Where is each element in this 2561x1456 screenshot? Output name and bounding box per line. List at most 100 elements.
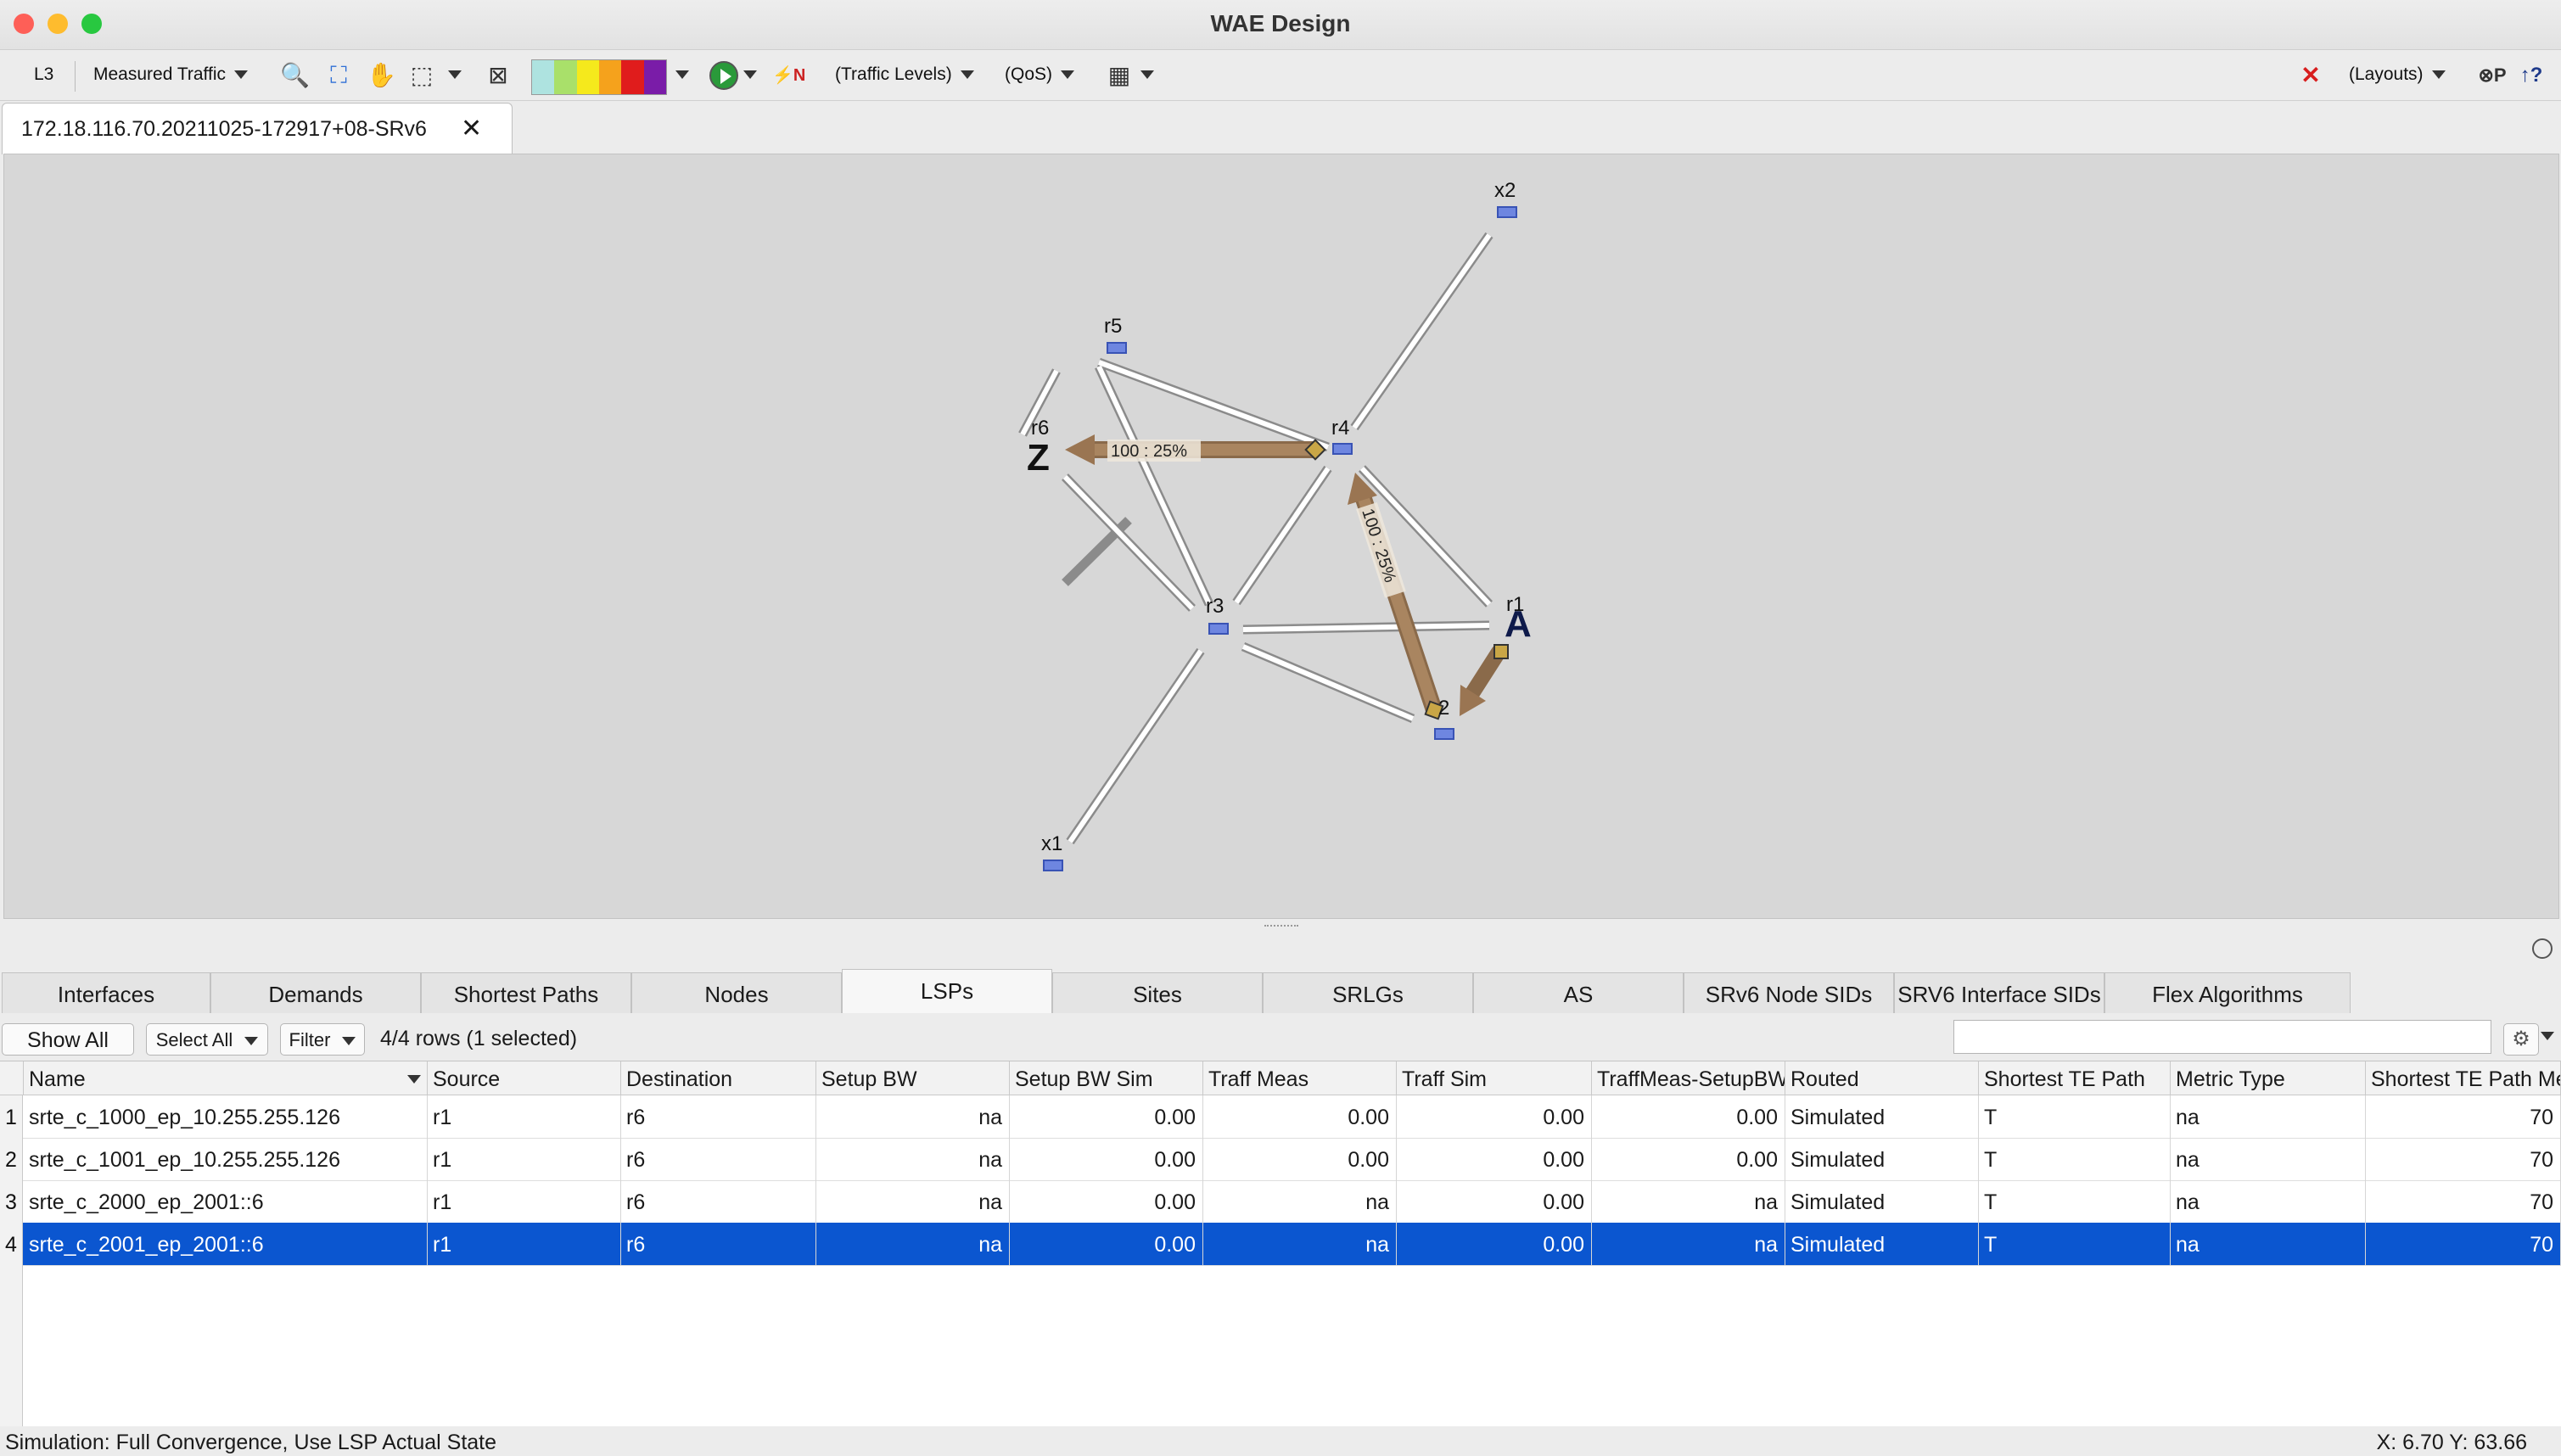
cell-traff-sim[interactable]: 0.00 bbox=[1397, 1138, 1592, 1180]
document-tab[interactable]: 172.18.116.70.20211025-172917+08-SRv6 ✕ bbox=[2, 103, 513, 154]
tab-as[interactable]: AS bbox=[1473, 972, 1684, 1013]
cell-shortest-te-path-metric[interactable]: 70 bbox=[2366, 1138, 2561, 1180]
utilization-color-bar[interactable] bbox=[531, 59, 667, 95]
cell-traff-meas[interactable]: na bbox=[1203, 1223, 1397, 1265]
cell-shortest-te-path-metric[interactable]: 70 bbox=[2366, 1180, 2561, 1223]
tab-demands[interactable]: Demands bbox=[210, 972, 421, 1013]
run-simulation-icon[interactable] bbox=[709, 61, 738, 90]
cell-destination[interactable]: r6 bbox=[621, 1223, 816, 1265]
calculator-dropdown[interactable] bbox=[1132, 64, 1154, 85]
cell-traff-meas[interactable]: 0.00 bbox=[1203, 1138, 1397, 1180]
column-header-shortest-te-path-metric[interactable]: Shortest TE Path Metric bbox=[2366, 1061, 2561, 1095]
column-header-destination[interactable]: Destination bbox=[621, 1061, 816, 1095]
cell-name[interactable]: srte_c_2000_ep_2001::6 bbox=[24, 1180, 428, 1223]
column-header-source[interactable]: Source bbox=[428, 1061, 621, 1095]
tab-shortest-paths[interactable]: Shortest Paths bbox=[421, 972, 631, 1013]
cell-routed[interactable]: Simulated bbox=[1785, 1095, 1979, 1138]
column-header-traffmeas-setupbw[interactable]: TraffMeas-SetupBW bbox=[1592, 1061, 1785, 1095]
fit-view-icon[interactable]: ⛶ bbox=[324, 61, 353, 90]
traffic-mode-dropdown[interactable]: Measured Traffic bbox=[93, 64, 249, 85]
failure-node-icon[interactable]: ⚡N bbox=[772, 61, 805, 90]
topology-canvas[interactable]: x2 r5 r6 r4 r1 r3 2 x1 Z A 100 : 25% 100… bbox=[3, 154, 2559, 919]
help-icon[interactable]: ↑? bbox=[2517, 61, 2546, 90]
cell-setup-bw[interactable]: na bbox=[816, 1138, 1010, 1180]
cell-setup-bw-sim[interactable]: 0.00 bbox=[1010, 1223, 1203, 1265]
cell-name[interactable]: srte_c_1000_ep_10.255.255.126 bbox=[24, 1095, 428, 1138]
column-header-traff-meas[interactable]: Traff Meas bbox=[1203, 1061, 1397, 1095]
cell-setup-bw-sim[interactable]: 0.00 bbox=[1010, 1180, 1203, 1223]
cell-traff-sim[interactable]: 0.00 bbox=[1397, 1095, 1592, 1138]
cell-traffmeas-setupbw[interactable]: na bbox=[1592, 1180, 1785, 1223]
cell-destination[interactable]: r6 bbox=[621, 1095, 816, 1138]
cell-traffmeas-setupbw[interactable]: 0.00 bbox=[1592, 1138, 1785, 1180]
tab-srv6-node-sids[interactable]: SRv6 Node SIDs bbox=[1684, 972, 1894, 1013]
cell-traffmeas-setupbw[interactable]: 0.00 bbox=[1592, 1095, 1785, 1138]
column-header-metric-type[interactable]: Metric Type bbox=[2171, 1061, 2366, 1095]
restore-panel-icon[interactable] bbox=[2532, 938, 2553, 959]
cell-metric-type[interactable]: na bbox=[2171, 1138, 2366, 1180]
cell-traff-meas[interactable]: na bbox=[1203, 1180, 1397, 1223]
lsp-paths[interactable] bbox=[1065, 434, 1509, 720]
cell-shortest-te-path[interactable]: T bbox=[1979, 1138, 2171, 1180]
cell-routed[interactable]: Simulated bbox=[1785, 1180, 1979, 1223]
utilization-color-dropdown[interactable] bbox=[667, 64, 689, 85]
cell-setup-bw[interactable]: na bbox=[816, 1180, 1010, 1223]
cell-metric-type[interactable]: na bbox=[2171, 1095, 2366, 1138]
splitter-grip[interactable] bbox=[1264, 925, 1298, 930]
cell-shortest-te-path[interactable]: T bbox=[1979, 1180, 2171, 1223]
pan-hand-icon[interactable]: ✋ bbox=[367, 61, 396, 90]
column-header-setup-bw-sim[interactable]: Setup BW Sim bbox=[1010, 1061, 1203, 1095]
layouts-dropdown[interactable]: (Layouts) bbox=[2349, 64, 2446, 85]
cell-setup-bw-sim[interactable]: 0.00 bbox=[1010, 1095, 1203, 1138]
tab-nodes[interactable]: Nodes bbox=[631, 972, 842, 1013]
run-simulation-dropdown[interactable] bbox=[735, 64, 757, 85]
cell-destination[interactable]: r6 bbox=[621, 1180, 816, 1223]
cell-shortest-te-path[interactable]: T bbox=[1979, 1095, 2171, 1138]
gear-dropdown[interactable] bbox=[2541, 1028, 2554, 1044]
select-area-dropdown[interactable] bbox=[440, 64, 462, 85]
select-area-icon[interactable]: ⬚ bbox=[407, 61, 436, 90]
table-row[interactable]: 3 srte_c_2000_ep_2001::6 r1 r6 na 0.00 na 0.00 n… bbox=[0, 1180, 2561, 1224]
panel-splitter[interactable] bbox=[0, 920, 2561, 959]
column-header-shortest-te-path[interactable]: Shortest TE Path bbox=[1979, 1061, 2171, 1095]
cell-traff-sim[interactable]: 0.00 bbox=[1397, 1180, 1592, 1223]
show-all-button[interactable]: Show All bbox=[2, 1023, 134, 1056]
cell-traff-meas[interactable]: 0.00 bbox=[1203, 1095, 1397, 1138]
cell-shortest-te-path[interactable]: T bbox=[1979, 1223, 2171, 1265]
gear-icon[interactable]: ⚙ bbox=[2503, 1023, 2539, 1056]
cell-source[interactable]: r1 bbox=[428, 1180, 621, 1223]
traffic-levels-dropdown[interactable]: (Traffic Levels) bbox=[835, 64, 974, 85]
cell-name[interactable]: srte_c_1001_ep_10.255.255.126 bbox=[24, 1138, 428, 1180]
clear-failures-icon[interactable]: ✕ bbox=[2296, 61, 2325, 90]
tab-flex-algorithms[interactable]: Flex Algorithms bbox=[2104, 972, 2351, 1013]
cell-destination[interactable]: r6 bbox=[621, 1138, 816, 1180]
cell-routed[interactable]: Simulated bbox=[1785, 1223, 1979, 1265]
cell-metric-type[interactable]: na bbox=[2171, 1180, 2366, 1223]
cell-setup-bw-sim[interactable]: 0.00 bbox=[1010, 1138, 1203, 1180]
tab-interfaces[interactable]: Interfaces bbox=[2, 972, 210, 1013]
cell-shortest-te-path-metric[interactable]: 70 bbox=[2366, 1223, 2561, 1265]
cell-source[interactable]: r1 bbox=[428, 1138, 621, 1180]
cell-shortest-te-path-metric[interactable]: 70 bbox=[2366, 1095, 2561, 1138]
table-row[interactable]: 4 srte_c_2001_ep_2001::6 r1 r6 na 0.00 na 0.00 n… bbox=[0, 1223, 2561, 1266]
close-tab-icon[interactable]: ✕ bbox=[461, 114, 482, 143]
cell-setup-bw[interactable]: na bbox=[816, 1223, 1010, 1265]
cell-source[interactable]: r1 bbox=[428, 1095, 621, 1138]
filter-button[interactable]: Filter bbox=[280, 1023, 365, 1056]
cell-metric-type[interactable]: na bbox=[2171, 1223, 2366, 1265]
cell-name[interactable]: srte_c_2001_ep_2001::6 bbox=[24, 1223, 428, 1265]
tab-srlgs[interactable]: SRLGs bbox=[1263, 972, 1473, 1013]
calculator-icon[interactable]: ▦ bbox=[1105, 61, 1134, 90]
zoom-icon[interactable]: 🔍 bbox=[280, 61, 310, 90]
cell-source[interactable]: r1 bbox=[428, 1223, 621, 1265]
table-row[interactable]: 2 srte_c_1001_ep_10.255.255.126 r1 r6 na 0.00… bbox=[0, 1138, 2561, 1181]
topology-graph[interactable]: x2 r5 r6 r4 r1 r3 2 x1 Z A 100 : 25% 100… bbox=[4, 154, 2558, 918]
column-header-routed[interactable]: Routed bbox=[1785, 1061, 1979, 1095]
table-row[interactable]: 1 srte_c_1000_ep_10.255.255.126 r1 r6 na 0.00… bbox=[0, 1095, 2561, 1139]
select-all-button[interactable]: Select All bbox=[146, 1023, 268, 1056]
tab-sites[interactable]: Sites bbox=[1052, 972, 1263, 1013]
plot-icon[interactable]: ⊗P bbox=[2478, 61, 2507, 90]
column-header-traff-sim[interactable]: Traff Sim bbox=[1397, 1061, 1592, 1095]
column-header-setup-bw[interactable]: Setup BW bbox=[816, 1061, 1010, 1095]
cell-setup-bw[interactable]: na bbox=[816, 1095, 1010, 1138]
